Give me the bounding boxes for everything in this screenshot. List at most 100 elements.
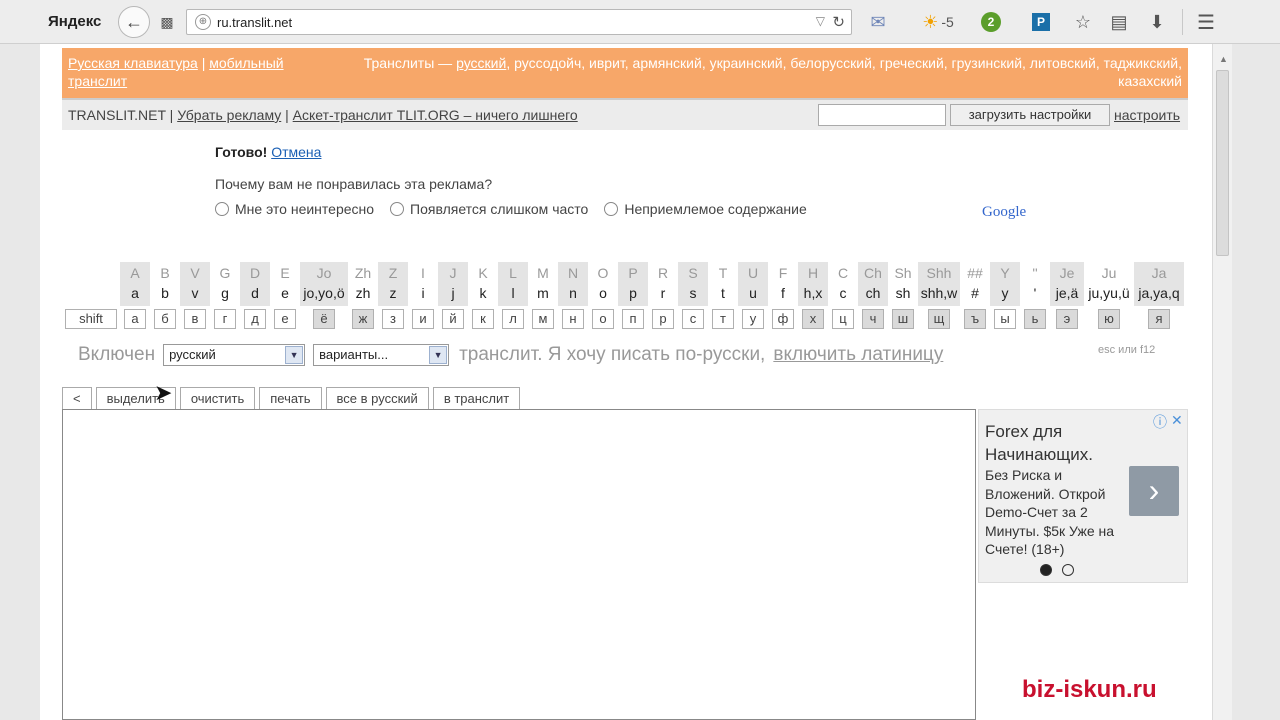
reading-list-icon[interactable]: ▤ (1108, 10, 1130, 34)
cyrillic-key-button[interactable]: ф (772, 309, 794, 329)
pagination-dot-active[interactable] (1040, 564, 1052, 576)
key-uppercase-label[interactable]: C (828, 265, 858, 281)
cyrillic-key-button[interactable]: ж (352, 309, 374, 329)
cyrillic-key-button[interactable]: к (472, 309, 494, 329)
ad-option-too-often[interactable]: Появляется слишком часто (390, 201, 588, 217)
extension-badge-icon[interactable]: 2 (980, 10, 1002, 34)
key-uppercase-label[interactable]: U (738, 265, 768, 281)
key-uppercase-label[interactable]: Ju (1084, 265, 1134, 281)
key-uppercase-label[interactable]: R (648, 265, 678, 281)
cyrillic-key-button[interactable]: ъ (964, 309, 986, 329)
ad-body[interactable]: Без Риска и Вложений. Открой Demo-Счет з… (985, 466, 1125, 559)
weather-widget[interactable]: ☀ -5 (914, 10, 962, 34)
key-lowercase-label[interactable]: g (210, 285, 240, 301)
key-uppercase-label[interactable]: S (678, 265, 708, 281)
all-to-russian-button[interactable]: все в русский (325, 387, 429, 409)
key-uppercase-label[interactable]: L (498, 265, 528, 281)
cyrillic-key-button[interactable]: н (562, 309, 584, 329)
key-uppercase-label[interactable]: O (588, 265, 618, 281)
key-uppercase-label[interactable]: Ja (1134, 265, 1184, 281)
key-lowercase-label[interactable]: s (678, 285, 708, 301)
radio-icon[interactable] (390, 202, 405, 216)
download-icon[interactable]: ⬇ (1146, 10, 1168, 34)
url-bar[interactable]: ⊕ ru.translit.net ▽ ↻ (186, 9, 852, 35)
key-uppercase-label[interactable]: Z (378, 265, 408, 281)
remove-ads-link[interactable]: Убрать рекламу (177, 107, 281, 123)
cyrillic-key-button[interactable]: щ (928, 309, 950, 329)
key-lowercase-label[interactable]: jo,yo,ö (300, 285, 348, 301)
key-lowercase-label[interactable]: j (438, 285, 468, 301)
mail-icon[interactable]: ✉ (866, 10, 890, 34)
shift-key[interactable]: shift (65, 309, 117, 329)
key-lowercase-label[interactable]: e (270, 285, 300, 301)
scrollbar-thumb[interactable] (1216, 70, 1229, 256)
cyrillic-key-button[interactable]: ю (1098, 309, 1120, 329)
key-lowercase-label[interactable]: sh (888, 285, 918, 301)
key-lowercase-label[interactable]: ' (1020, 285, 1050, 301)
key-uppercase-label[interactable]: Shh (918, 265, 960, 281)
key-uppercase-label[interactable]: Zh (348, 265, 378, 281)
chevron-down-icon[interactable]: ▼ (429, 346, 448, 364)
key-uppercase-label[interactable]: G (210, 265, 240, 281)
key-lowercase-label[interactable]: ch (858, 285, 888, 301)
key-lowercase-label[interactable]: d (240, 285, 270, 301)
cyrillic-key-button[interactable]: м (532, 309, 554, 329)
key-lowercase-label[interactable]: t (708, 285, 738, 301)
cyrillic-key-button[interactable]: л (502, 309, 524, 329)
advertisement[interactable]: ⓘ ✕ Forex для Начинающих. Без Риска и Вл… (978, 409, 1188, 583)
load-settings-button[interactable]: загрузить настройки (950, 104, 1110, 126)
chevron-right-icon[interactable]: › (1129, 466, 1179, 516)
star-icon[interactable]: ☆ (1072, 10, 1094, 34)
key-lowercase-label[interactable]: m (528, 285, 558, 301)
cyrillic-key-button[interactable]: ц (832, 309, 854, 329)
key-lowercase-label[interactable]: ju,yu,ü (1084, 285, 1134, 301)
key-uppercase-label[interactable]: Jo (300, 265, 348, 281)
translit-textarea[interactable] (62, 409, 976, 720)
key-lowercase-label[interactable]: r (648, 285, 678, 301)
cyrillic-key-button[interactable]: в (184, 309, 206, 329)
key-uppercase-label[interactable]: E (270, 265, 300, 281)
cyrillic-key-button[interactable]: ё (313, 309, 335, 329)
key-uppercase-label[interactable]: N (558, 265, 588, 281)
cyrillic-key-button[interactable]: о (592, 309, 614, 329)
yandex-logo[interactable]: Яндекс (48, 13, 101, 30)
key-lowercase-label[interactable]: je,ä (1050, 285, 1084, 301)
variants-select[interactable]: варианты... ▼ (313, 344, 450, 366)
key-lowercase-label[interactable]: i (408, 285, 438, 301)
dropdown-arrow-icon[interactable]: ▽ (816, 14, 825, 28)
pagination-dot[interactable] (1062, 564, 1074, 576)
key-lowercase-label[interactable]: zh (348, 285, 378, 301)
cyrillic-key-button[interactable]: ь (1024, 309, 1046, 329)
to-translit-button[interactable]: в транслит (432, 387, 521, 409)
settings-code-input[interactable] (818, 104, 946, 126)
cyrillic-key-button[interactable]: я (1148, 309, 1170, 329)
key-lowercase-label[interactable]: u (738, 285, 768, 301)
other-translits[interactable]: , руссодойч, иврит, армянский, украински… (506, 55, 1182, 89)
configure-link[interactable]: настроить (1114, 107, 1180, 123)
enable-latin-link[interactable]: включить латиницу (773, 344, 943, 366)
cyrillic-key-button[interactable]: и (412, 309, 434, 329)
key-lowercase-label[interactable]: h,x (798, 285, 828, 301)
cyrillic-key-button[interactable]: б (154, 309, 176, 329)
ascet-translit-link[interactable]: Аскет-транслит TLIT.ORG – ничего лишнего (293, 107, 578, 123)
cyrillic-key-button[interactable]: ы (994, 309, 1016, 329)
key-lowercase-label[interactable]: z (378, 285, 408, 301)
ad-option-inappropriate[interactable]: Неприемлемое содержание (604, 201, 807, 217)
key-lowercase-label[interactable]: p (618, 285, 648, 301)
cyrillic-key-button[interactable]: а (124, 309, 146, 329)
back-button[interactable]: ← (118, 6, 150, 38)
key-uppercase-label[interactable]: A (120, 265, 150, 281)
key-uppercase-label[interactable]: Ch (858, 265, 888, 281)
cyrillic-key-button[interactable]: у (742, 309, 764, 329)
key-uppercase-label[interactable]: P (618, 265, 648, 281)
url-text[interactable]: ru.translit.net (217, 15, 292, 30)
key-uppercase-label[interactable]: Y (990, 265, 1020, 281)
tabs-icon[interactable]: ▩ (158, 14, 176, 30)
ad-title[interactable]: Forex для Начинающих. (985, 420, 1125, 466)
key-uppercase-label[interactable]: V (180, 265, 210, 281)
key-lowercase-label[interactable]: l (498, 285, 528, 301)
key-uppercase-label[interactable]: D (240, 265, 270, 281)
key-lowercase-label[interactable]: c (828, 285, 858, 301)
key-uppercase-label[interactable]: M (528, 265, 558, 281)
key-lowercase-label[interactable]: v (180, 285, 210, 301)
